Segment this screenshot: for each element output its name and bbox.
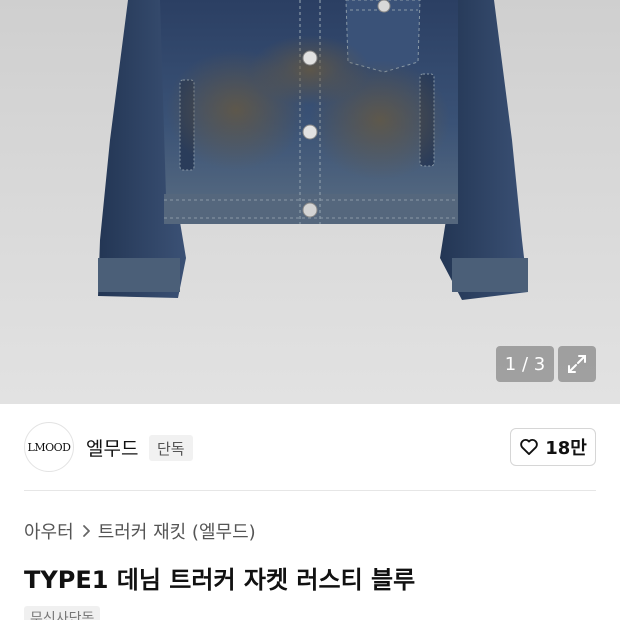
product-title: TYPE1 데님 트러커 자켓 러스티 블루 bbox=[24, 566, 416, 594]
exclusive-badge: 단독 bbox=[149, 435, 193, 461]
brand-row: LMOOD 엘무드 단독 18만 bbox=[0, 404, 620, 490]
expand-icon bbox=[568, 355, 586, 373]
breadcrumb-category[interactable]: 아우터 bbox=[24, 518, 74, 544]
breadcrumb: 아우터 트러커 재킷 (엘무드) bbox=[24, 518, 256, 544]
product-image-gallery[interactable]: 1 / 3 bbox=[0, 0, 620, 404]
heart-icon bbox=[520, 438, 538, 455]
product-image bbox=[98, 0, 528, 300]
expand-button[interactable] bbox=[558, 346, 596, 382]
brand-logo-text: LMOOD bbox=[27, 440, 71, 454]
brand-name[interactable]: 엘무드 bbox=[86, 434, 138, 461]
product-tag: 무신사단독 bbox=[24, 606, 101, 620]
image-counter: 1 / 3 bbox=[496, 346, 554, 382]
breadcrumb-subcategory[interactable]: 트러커 재킷 (엘무드) bbox=[98, 518, 256, 544]
chevron-right-icon bbox=[82, 525, 90, 537]
brand-logo[interactable]: LMOOD bbox=[24, 422, 74, 472]
divider bbox=[24, 490, 596, 491]
like-count: 18만 bbox=[545, 438, 587, 459]
like-button[interactable]: 18만 bbox=[510, 428, 596, 466]
